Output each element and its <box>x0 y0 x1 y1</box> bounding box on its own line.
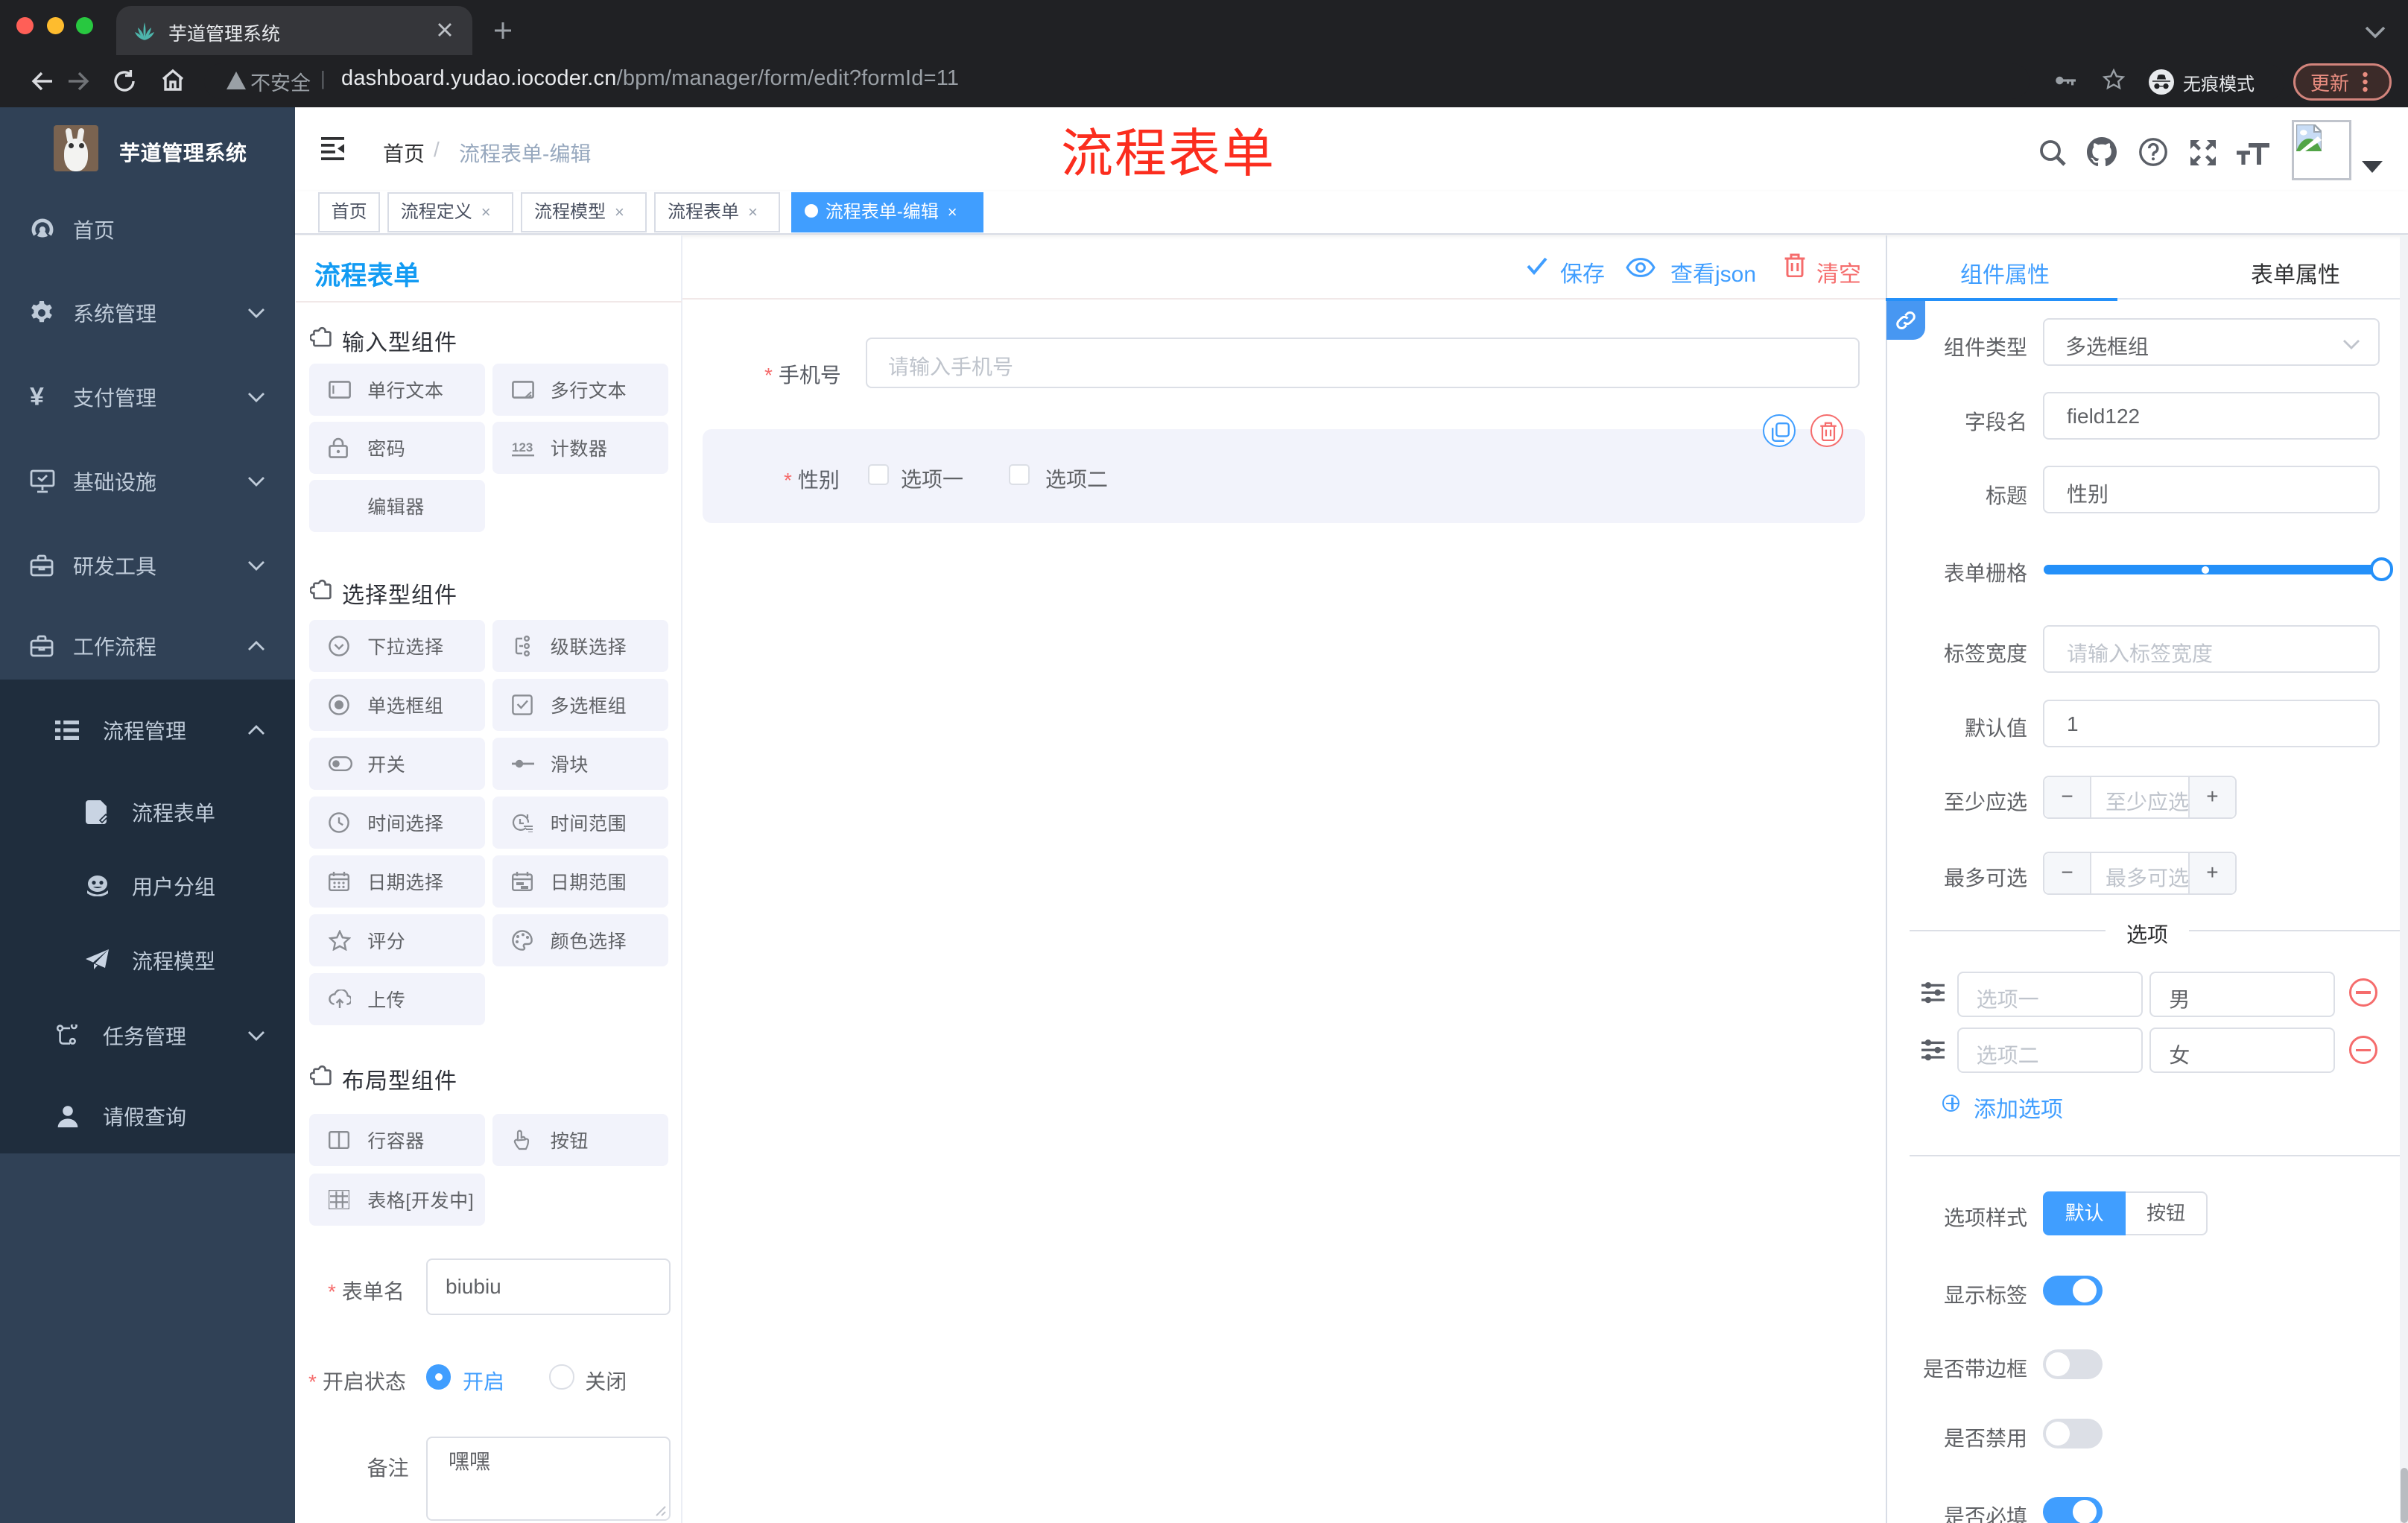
svg-text:123: 123 <box>512 440 533 455</box>
